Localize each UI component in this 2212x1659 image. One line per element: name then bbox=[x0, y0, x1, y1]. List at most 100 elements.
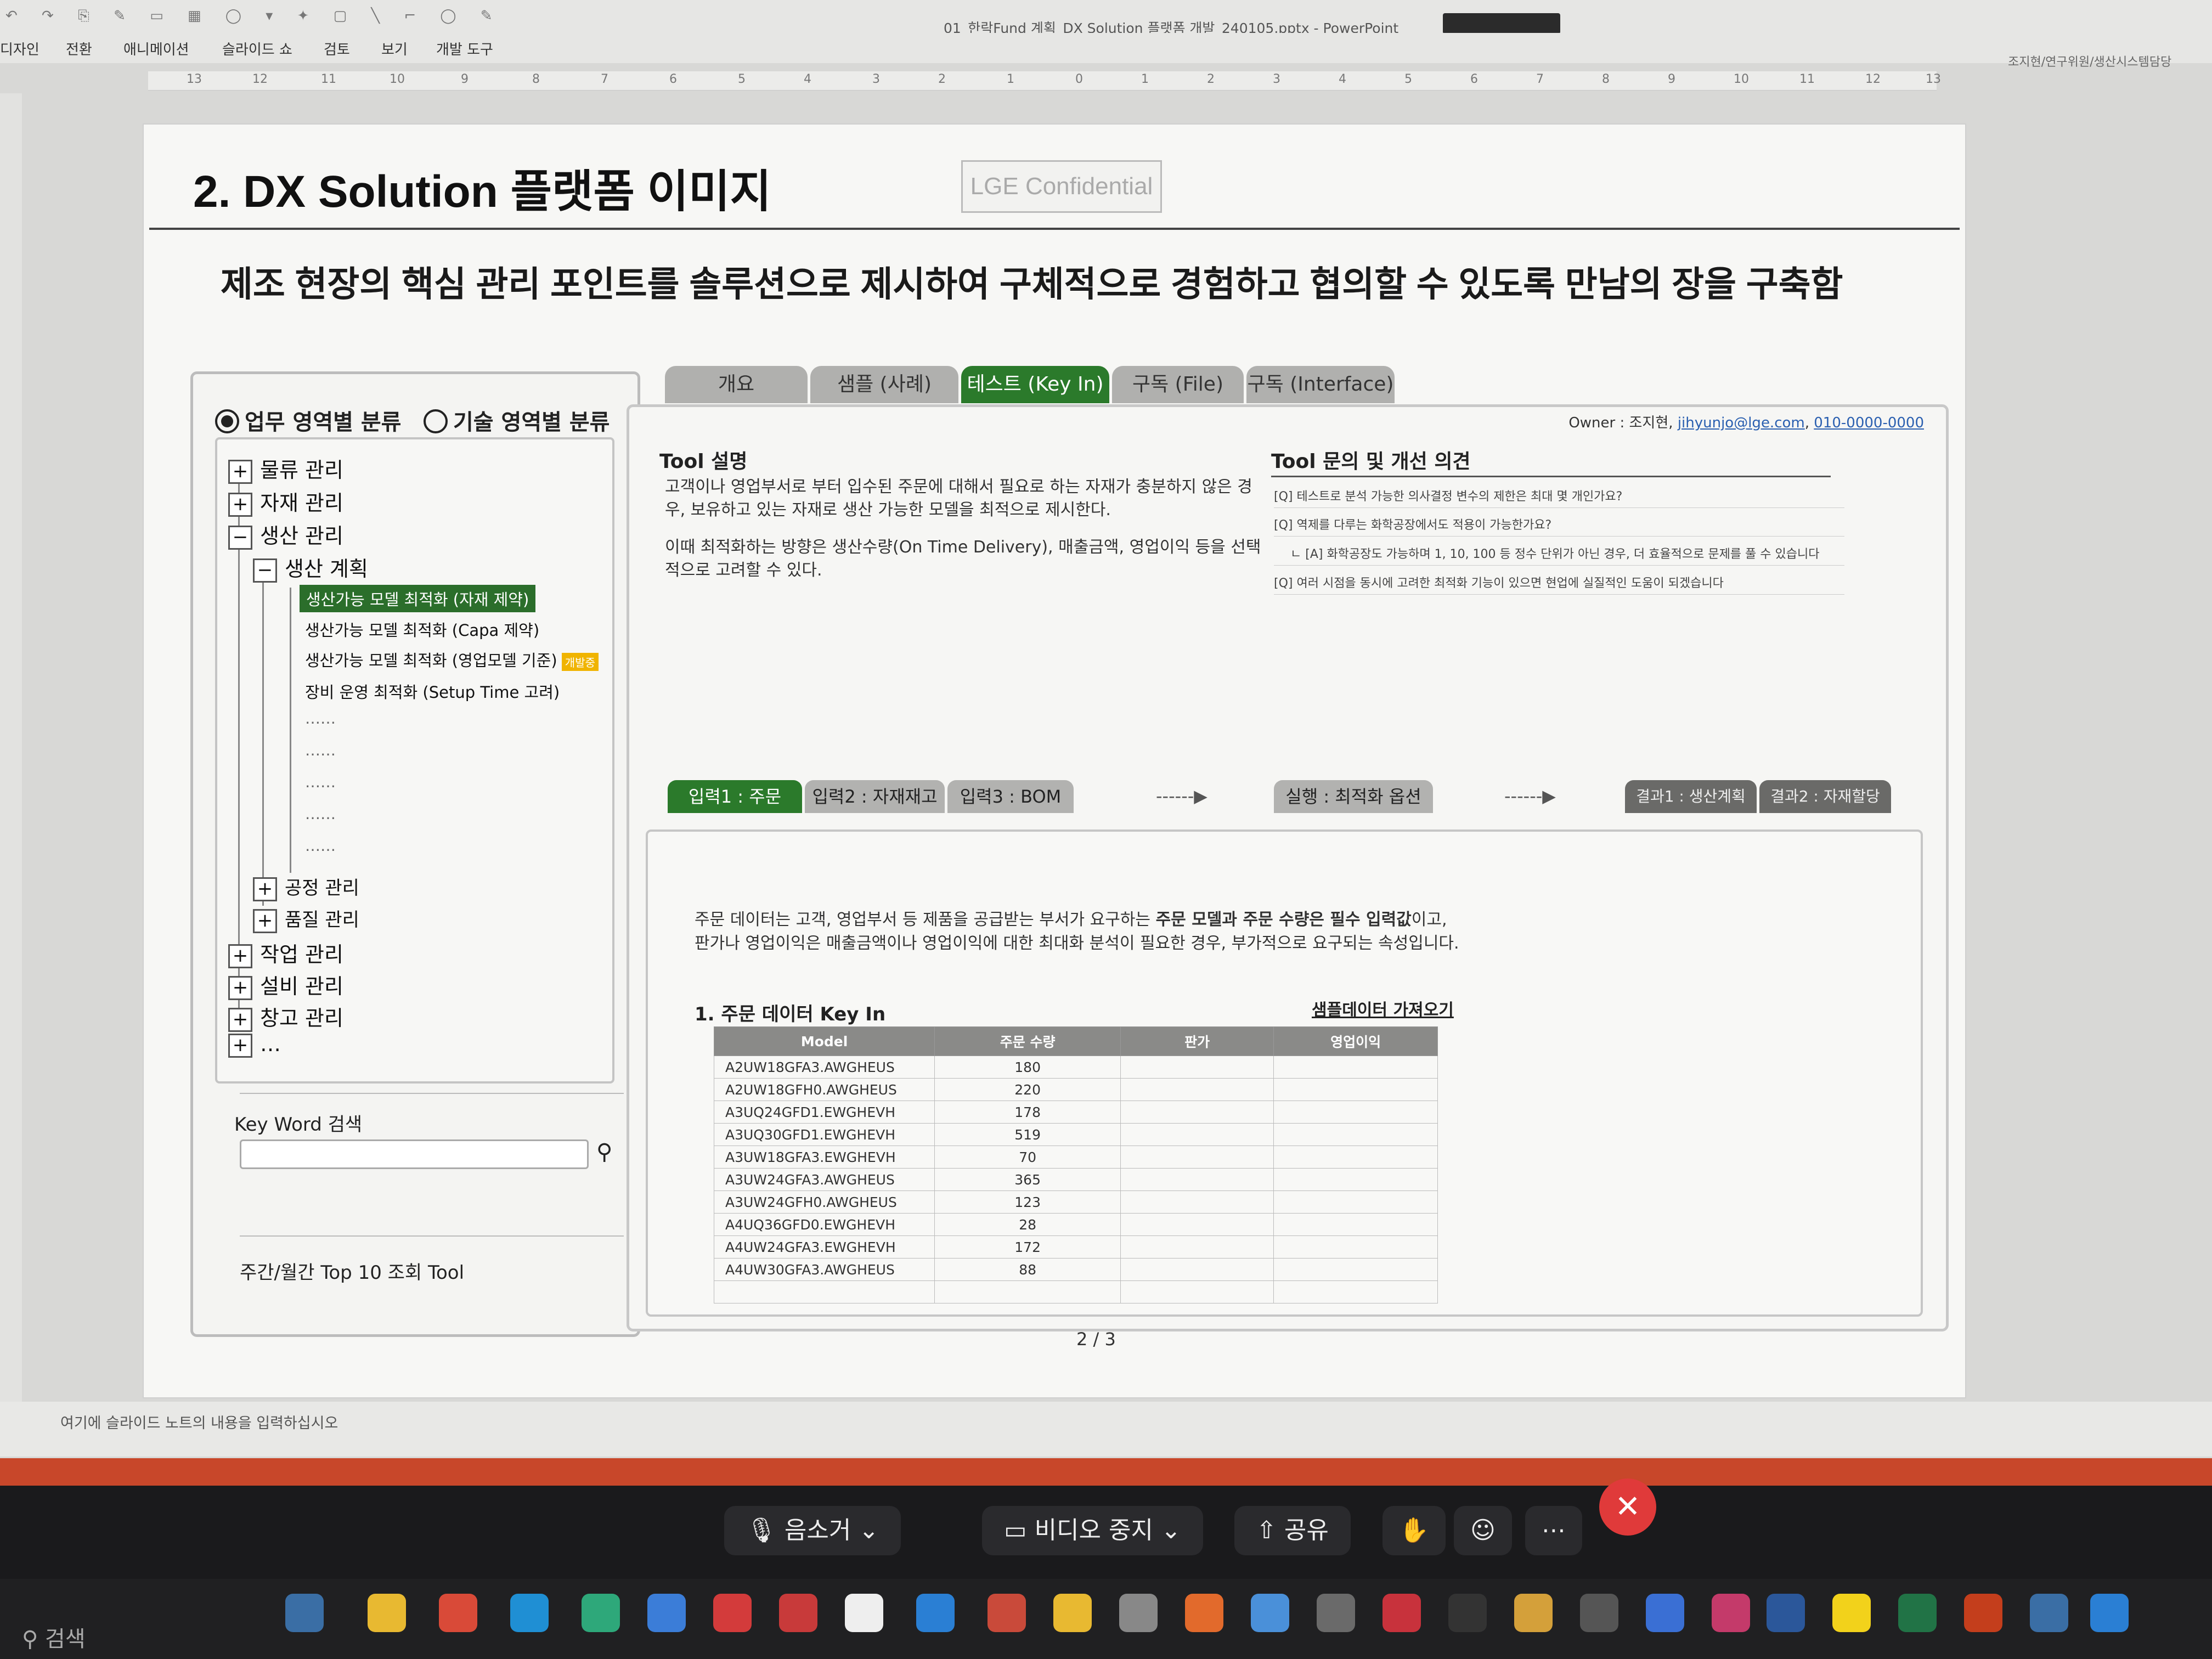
tree-node-equipment[interactable]: + 설비 관리 bbox=[228, 969, 343, 1000]
qa-item[interactable]: [Q] 테스트로 분석 가능한 의사결정 변수의 제한은 최대 몇 개인가요? bbox=[1274, 487, 1844, 508]
table-row[interactable]: A2UW18GFA3.AWGHEUS 180 bbox=[713, 1056, 1438, 1079]
confidential-label[interactable]: LGE Confidential bbox=[961, 160, 1162, 213]
cell-model[interactable]: A3UW24GFH0.AWGHEUS bbox=[713, 1190, 935, 1214]
chevron-down-icon[interactable]: ⌄ bbox=[1153, 1516, 1181, 1544]
cell-qty[interactable]: 220 bbox=[934, 1078, 1121, 1101]
cell-profit[interactable] bbox=[1273, 1213, 1438, 1236]
share-button[interactable]: ⇧ 공유 bbox=[1234, 1506, 1351, 1555]
github-icon[interactable] bbox=[1580, 1594, 1618, 1632]
terminal-icon[interactable] bbox=[1448, 1594, 1487, 1632]
table-row-empty[interactable] bbox=[713, 1280, 1438, 1304]
ribbon-tab-review[interactable]: 검토 bbox=[324, 38, 350, 59]
subtab-result-plan[interactable]: 결과1 : 생산계획 bbox=[1625, 780, 1757, 813]
expand-icon[interactable]: + bbox=[228, 975, 252, 1000]
cell-qty[interactable]: 88 bbox=[934, 1258, 1121, 1281]
music-icon[interactable] bbox=[1712, 1594, 1750, 1632]
cell-profit[interactable] bbox=[1273, 1280, 1438, 1304]
ribbon-tab-transitions[interactable]: 전환 bbox=[66, 38, 92, 59]
cell-profit[interactable] bbox=[1273, 1146, 1438, 1169]
table-row[interactable]: A3UW24GFH0.AWGHEUS 123 bbox=[713, 1190, 1438, 1214]
cell-profit[interactable] bbox=[1273, 1190, 1438, 1214]
cell-qty[interactable]: 519 bbox=[934, 1123, 1121, 1146]
calculator-icon[interactable] bbox=[1317, 1594, 1355, 1632]
table-row[interactable]: A4UW30GFA3.AWGHEUS 88 bbox=[713, 1258, 1438, 1281]
qa-answer[interactable]: ㄴ [A] 화학공장도 가능하며 1, 10, 100 등 정수 단위가 아닌 … bbox=[1274, 544, 1844, 566]
calendar-icon[interactable] bbox=[1646, 1594, 1684, 1632]
cell-profit[interactable] bbox=[1273, 1258, 1438, 1281]
slide-subtitle[interactable]: 제조 현장의 핵심 관리 포인트를 솔루션으로 제시하여 구체적으로 경험하고 … bbox=[221, 256, 1843, 307]
app-icon[interactable] bbox=[1185, 1594, 1223, 1632]
chevron-down-icon[interactable]: ⌄ bbox=[851, 1516, 879, 1544]
reactions-button[interactable]: ☺ bbox=[1454, 1506, 1512, 1555]
radio-tech-area[interactable]: 기술 영역별 분류 bbox=[424, 404, 610, 436]
table-row[interactable]: A4UQ36GFD0.EWGHEVH 28 bbox=[713, 1213, 1438, 1236]
app-icon[interactable] bbox=[713, 1594, 752, 1632]
cell-model[interactable]: A3UQ30GFD1.EWGHEVH bbox=[713, 1123, 935, 1146]
stop-video-button[interactable]: ▭ 비디오 중지 ⌄ bbox=[982, 1506, 1203, 1555]
qa-item[interactable]: [Q] 여러 시점을 동시에 고려한 최적화 기능이 있으면 현업에 실질적인 … bbox=[1274, 573, 1844, 595]
cell-qty[interactable]: 28 bbox=[934, 1213, 1121, 1236]
tree-node-production[interactable]: − 생산 관리 bbox=[228, 519, 343, 550]
tab-subscribe-interface[interactable]: 구독 (Interface) bbox=[1246, 366, 1395, 403]
tree-node-quality[interactable]: + 품질 관리 bbox=[253, 905, 359, 933]
raise-hand-button[interactable]: ✋ bbox=[1383, 1506, 1446, 1555]
tree-node-more[interactable]: +… bbox=[228, 1032, 281, 1058]
cell-qty[interactable]: 178 bbox=[934, 1101, 1121, 1124]
expand-icon[interactable]: + bbox=[228, 492, 252, 517]
cell-price[interactable] bbox=[1120, 1101, 1274, 1124]
column-header-qty[interactable]: 주문 수량 bbox=[934, 1026, 1121, 1056]
table-row[interactable]: A4UW24GFA3.EWGHEVH 172 bbox=[713, 1235, 1438, 1259]
store-icon[interactable] bbox=[647, 1594, 686, 1632]
table-row[interactable]: A3UW24GFA3.AWGHEUS 365 bbox=[713, 1168, 1438, 1191]
edge-icon[interactable] bbox=[510, 1594, 549, 1632]
owner-email-link[interactable]: jihyunjo@lge.com bbox=[1678, 415, 1805, 431]
cell-model[interactable]: A2UW18GFH0.AWGHEUS bbox=[713, 1078, 935, 1101]
app-icon[interactable] bbox=[1383, 1594, 1421, 1632]
slide-canvas[interactable]: 2. DX Solution 플랫폼 이미지 LGE Confidential … bbox=[143, 123, 1966, 1398]
app-icon[interactable] bbox=[845, 1594, 883, 1632]
excel-icon[interactable] bbox=[1898, 1594, 1937, 1632]
ribbon-tab-slideshow[interactable]: 슬라이드 쇼 bbox=[222, 38, 292, 59]
cell-profit[interactable] bbox=[1273, 1235, 1438, 1259]
radio-business-area[interactable]: 업무 영역별 분류 bbox=[215, 404, 401, 436]
cell-price[interactable] bbox=[1120, 1078, 1274, 1101]
column-header-profit[interactable]: 영업이익 bbox=[1273, 1026, 1438, 1056]
tree-leaf-setup-time[interactable]: 장비 운영 최적화 (Setup Time 고려) bbox=[305, 680, 560, 703]
chat-icon[interactable] bbox=[1832, 1594, 1871, 1632]
app-icon[interactable] bbox=[582, 1594, 620, 1632]
mute-button[interactable]: 🎙 음소거 ⌄ bbox=[724, 1506, 901, 1555]
collapse-icon[interactable]: − bbox=[228, 525, 252, 550]
tree-leaf-sales-model[interactable]: 생산가능 모델 최적화 (영업모델 기준) 개발중 bbox=[305, 648, 599, 671]
expand-icon[interactable]: + bbox=[253, 877, 277, 901]
tree-leaf-capa-constraint[interactable]: 생산가능 모델 최적화 (Capa 제약) bbox=[305, 618, 539, 641]
ribbon-tab-design[interactable]: 디자인 bbox=[0, 38, 40, 59]
more-options-button[interactable]: ⋯ bbox=[1525, 1506, 1582, 1555]
ribbon-tab-view[interactable]: 보기 bbox=[381, 38, 408, 59]
cell-model[interactable]: A3UW24GFA3.AWGHEUS bbox=[713, 1168, 935, 1191]
load-sample-data-link[interactable]: 샘플데이터 가져오기 bbox=[1312, 996, 1454, 1020]
expand-icon[interactable]: + bbox=[253, 909, 277, 933]
tree-node-logistics[interactable]: + 물류 관리 bbox=[228, 453, 343, 484]
table-row[interactable]: A3UW18GFA3.EWGHEVH 70 bbox=[713, 1146, 1438, 1169]
word-icon[interactable] bbox=[1767, 1594, 1805, 1632]
cell-profit[interactable] bbox=[1273, 1056, 1438, 1079]
cell-price[interactable] bbox=[1120, 1258, 1274, 1281]
cell-price[interactable] bbox=[1120, 1235, 1274, 1259]
cell-model[interactable] bbox=[713, 1280, 935, 1304]
slide-title[interactable]: 2. DX Solution 플랫폼 이미지 bbox=[193, 155, 771, 220]
notes-placeholder[interactable]: 여기에 슬라이드 노트의 내용을 입력하십시오 bbox=[60, 1411, 338, 1432]
app-icon[interactable] bbox=[1053, 1594, 1092, 1632]
app-icon[interactable] bbox=[988, 1594, 1026, 1632]
subtab-result-allocation[interactable]: 결과2 : 자재할당 bbox=[1759, 780, 1891, 813]
app-icon[interactable] bbox=[2030, 1594, 2068, 1632]
cell-qty[interactable]: 180 bbox=[934, 1056, 1121, 1079]
expand-icon[interactable]: + bbox=[228, 1033, 252, 1058]
vscode-icon[interactable] bbox=[916, 1594, 955, 1632]
search-icon[interactable]: ⚲ bbox=[596, 1139, 612, 1165]
app-icon[interactable] bbox=[779, 1594, 817, 1632]
tree-node-warehouse[interactable]: + 창고 관리 bbox=[228, 1001, 343, 1032]
top10-tool-link[interactable]: 주간/월간 Top 10 조회 Tool bbox=[240, 1257, 464, 1284]
cell-model[interactable]: A4UQ36GFD0.EWGHEVH bbox=[713, 1213, 935, 1236]
tree-leaf-material-constraint[interactable]: 생산가능 모델 최적화 (자재 제약) bbox=[300, 585, 536, 612]
end-call-button[interactable]: ✕ bbox=[1599, 1479, 1656, 1536]
